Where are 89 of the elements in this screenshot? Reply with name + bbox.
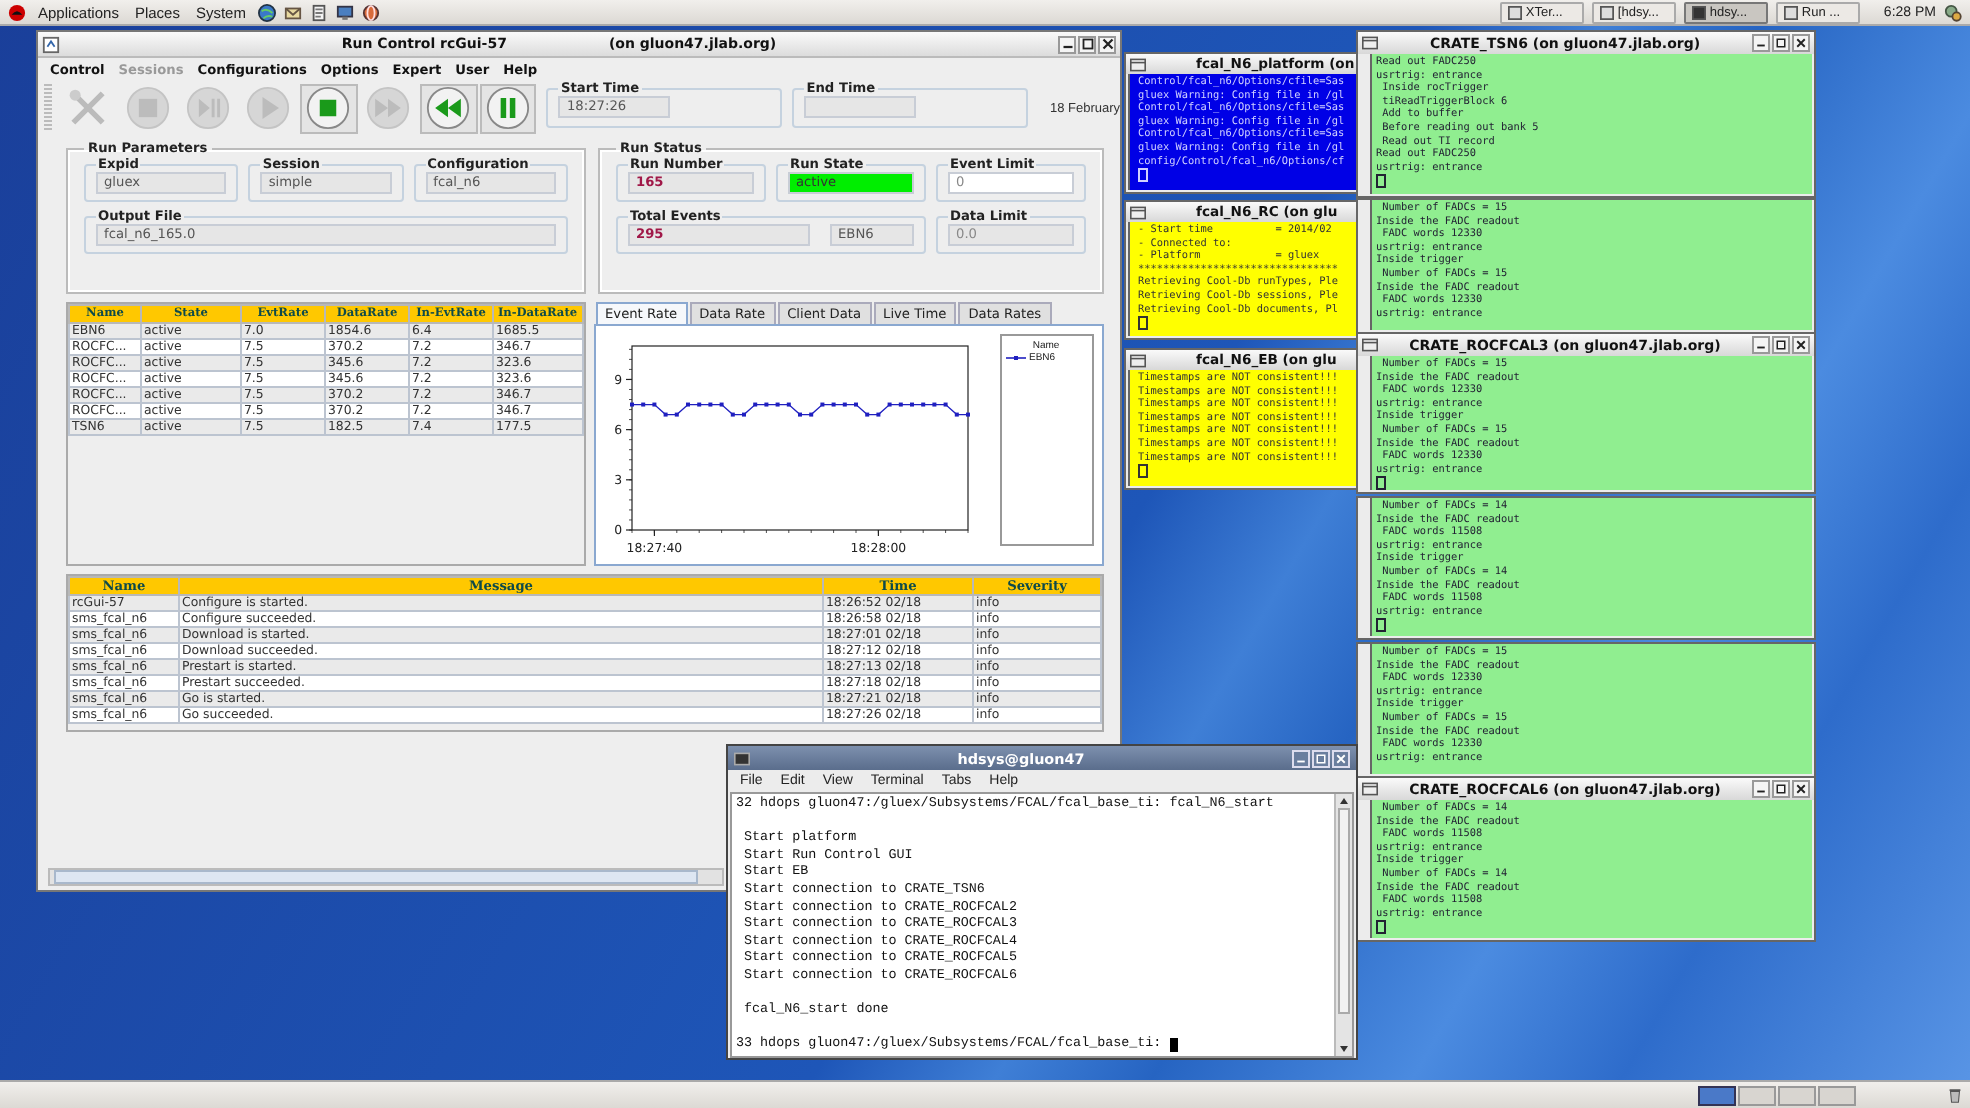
scroll-thumb[interactable] xyxy=(1338,808,1350,1014)
data-point xyxy=(729,412,734,417)
document-icon[interactable] xyxy=(309,3,328,21)
window-icon[interactable] xyxy=(1362,36,1378,50)
terminal-icon[interactable] xyxy=(734,751,750,765)
close-icon xyxy=(1796,38,1806,48)
minimize-button[interactable] xyxy=(1752,34,1770,52)
data-point xyxy=(673,412,678,417)
rewind-button[interactable] xyxy=(419,83,478,133)
maximize-button[interactable] xyxy=(1772,34,1790,52)
data-point xyxy=(942,402,947,407)
play-icon xyxy=(246,86,291,130)
window-icon[interactable] xyxy=(1362,338,1378,352)
text-cursor xyxy=(1169,1038,1178,1053)
data-point xyxy=(640,402,645,407)
close-button[interactable] xyxy=(1792,336,1810,354)
data-point xyxy=(920,402,925,407)
minimize-button[interactable] xyxy=(1752,336,1770,354)
data-point xyxy=(864,412,869,417)
data-point xyxy=(830,402,835,407)
data-point xyxy=(662,412,667,417)
data-point xyxy=(696,402,701,407)
data-point xyxy=(774,402,779,407)
close-button[interactable] xyxy=(1098,35,1117,53)
window-icon xyxy=(1691,5,1706,19)
pause-icon xyxy=(486,86,531,130)
monitor-icon[interactable] xyxy=(335,3,354,21)
horizontal-scrollbar[interactable] xyxy=(48,868,724,886)
data-point xyxy=(785,402,790,407)
close-button[interactable] xyxy=(1792,780,1810,798)
stop-icon xyxy=(306,86,351,130)
text-cursor xyxy=(1138,316,1148,331)
text-cursor xyxy=(1138,168,1148,183)
text-field[interactable] xyxy=(804,96,917,118)
stop-button[interactable] xyxy=(299,83,358,133)
legend-swatch xyxy=(1005,354,1025,362)
forward-icon xyxy=(366,86,411,130)
data-point xyxy=(875,412,880,417)
window-icon xyxy=(1599,5,1614,19)
data-point xyxy=(931,402,936,407)
close-icon xyxy=(1796,784,1806,794)
data-point xyxy=(752,402,757,407)
disk-icon xyxy=(126,86,171,130)
scroll-down-icon[interactable] xyxy=(1340,1045,1348,1052)
window-icon xyxy=(1507,5,1522,19)
minimize-button[interactable] xyxy=(1752,780,1770,798)
data-point xyxy=(763,402,768,407)
trash-icon[interactable] xyxy=(1946,1086,1964,1104)
maximize-icon xyxy=(1081,38,1094,50)
data-point xyxy=(707,402,712,407)
maximize-button[interactable] xyxy=(1772,336,1790,354)
hat-logo-icon[interactable] xyxy=(8,3,26,21)
window-icon[interactable] xyxy=(1130,57,1146,71)
window-icon[interactable] xyxy=(1130,353,1146,367)
data-point xyxy=(841,402,846,407)
globe-icon[interactable] xyxy=(361,3,380,21)
data-point xyxy=(718,402,723,407)
window-icon[interactable] xyxy=(1362,782,1378,796)
data-point xyxy=(897,402,902,407)
close-icon xyxy=(1796,340,1806,350)
step-icon xyxy=(186,86,231,130)
workspace-button[interactable] xyxy=(1698,1085,1736,1105)
maximize-button[interactable] xyxy=(1772,780,1790,798)
close-button[interactable] xyxy=(1792,34,1810,52)
maximize-icon xyxy=(1316,753,1327,763)
rewind-icon xyxy=(426,86,471,130)
window-icon[interactable] xyxy=(1130,205,1146,219)
close-icon xyxy=(1336,753,1347,763)
data-point xyxy=(886,402,891,407)
data-point xyxy=(808,412,813,417)
maximize-icon xyxy=(1776,340,1786,350)
data-point xyxy=(953,412,958,417)
data-point xyxy=(819,402,824,407)
maximize-button[interactable] xyxy=(1078,35,1097,53)
maximize-icon xyxy=(1776,38,1786,48)
envelope-icon[interactable] xyxy=(283,3,302,21)
window-icon xyxy=(1783,5,1798,19)
window-icon[interactable] xyxy=(42,35,60,53)
maximize-icon xyxy=(1776,784,1786,794)
data-point xyxy=(651,402,656,407)
globe-icon[interactable] xyxy=(257,3,276,21)
pause-button[interactable] xyxy=(479,83,537,133)
close-icon xyxy=(1101,38,1114,50)
toolbar-grip[interactable] xyxy=(44,84,52,132)
vertical-scrollbar[interactable] xyxy=(1334,794,1352,1056)
text-cursor xyxy=(1138,464,1148,479)
status-icon[interactable] xyxy=(1944,3,1962,21)
minimize-button[interactable] xyxy=(1058,35,1077,53)
scroll-thumb[interactable] xyxy=(54,870,698,884)
